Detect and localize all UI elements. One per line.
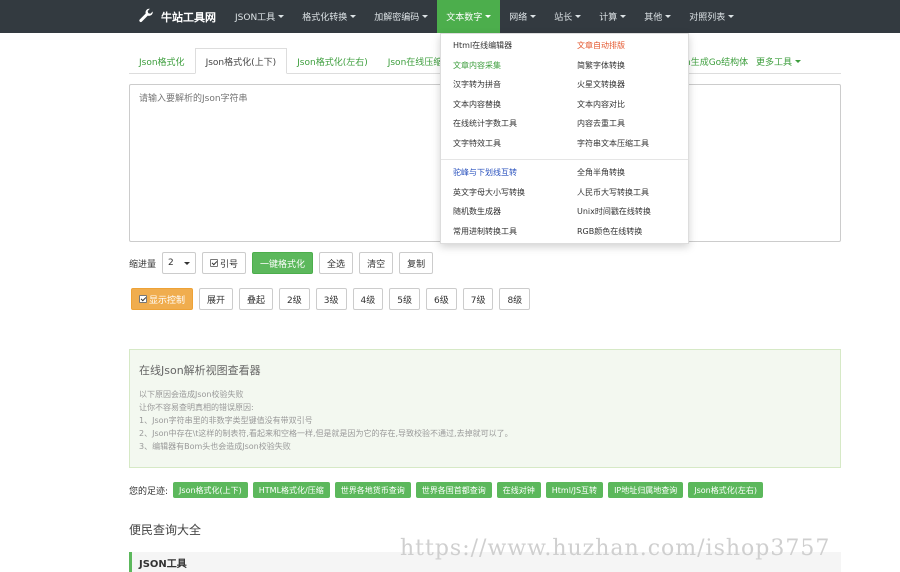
menu-item-article-collect[interactable]: 文章内容采集 xyxy=(453,56,517,76)
footprint-label: 您的足迹: xyxy=(129,486,169,497)
menu-item-word-count[interactable]: 在线统计字数工具 xyxy=(453,114,517,134)
caret-down-icon xyxy=(795,59,801,63)
info-line: 2、Json中存在\t这样的制表符,看起来和空格一样,但是就是因为它的存在,导致… xyxy=(139,429,513,438)
info-title: 在线Json解析视图查看器 xyxy=(139,364,261,377)
menu-item-auto-layout[interactable]: 文章自动排版 xyxy=(577,36,649,56)
nav-item-network[interactable]: 网络 xyxy=(500,0,545,33)
nav-item-other[interactable]: 其他 xyxy=(635,0,680,33)
footprint-link[interactable]: Json格式化(左右) xyxy=(688,482,763,498)
menu-item-text-replace[interactable]: 文本内容替换 xyxy=(453,95,517,115)
nav-item-calculate[interactable]: 计算 xyxy=(590,0,635,33)
expand-button[interactable]: 展开 xyxy=(199,288,234,310)
checkbox-checked-icon xyxy=(139,295,147,303)
footprint-link[interactable]: Html/JS互转 xyxy=(545,482,604,498)
caret-down-icon xyxy=(422,15,429,18)
caret-down-icon xyxy=(728,15,735,18)
text-number-dropdown: Html在线编辑器 文章内容采集 汉字转为拼音 文本内容替换 在线统计字数工具 … xyxy=(440,33,689,244)
info-line: 以下原因会造成Json校验失败 xyxy=(139,390,244,399)
footprint-link[interactable]: Json格式化(上下) xyxy=(173,482,248,498)
menu-item-html-editor[interactable]: Html在线编辑器 xyxy=(453,36,517,56)
wrench-icon xyxy=(139,8,153,23)
menu-item-camel-snake[interactable]: 驼峰与下划线互转 xyxy=(453,163,525,183)
brand-logo[interactable]: 牛站工具网 xyxy=(137,8,216,26)
footprint-link[interactable]: HTML格式化/压缩 xyxy=(252,482,330,498)
tab-json-format[interactable]: Json格式化 xyxy=(129,48,195,74)
nav-item-reference-list[interactable]: 对照列表 xyxy=(680,0,743,33)
checkbox-checked-icon xyxy=(210,259,219,267)
tab-json-format-vertical[interactable]: Json格式化(上下) xyxy=(194,48,288,74)
format-button[interactable]: 一键格式化 xyxy=(252,252,314,274)
footprint-link[interactable]: 世界各地货币查询 xyxy=(334,482,411,498)
footprint-link[interactable]: 在线对钟 xyxy=(496,482,541,498)
dropdown-left-column: Html在线编辑器 文章内容采集 汉字转为拼音 文本内容替换 在线统计字数工具 … xyxy=(453,36,517,153)
caret-down-icon xyxy=(575,15,582,18)
menu-item-letter-case[interactable]: 英文字母大小写转换 xyxy=(453,183,525,203)
nav-item-format-convert[interactable]: 格式化转换 xyxy=(293,0,365,33)
view-toolbar: 显示控制 展开 叠起 2级 3级 4级 5级 6级 7级 8级 xyxy=(131,288,531,310)
menu-item-unix-timestamp[interactable]: Unix时间戳在线转换 xyxy=(577,202,651,222)
dropdown-left-column-2: 驼峰与下划线互转 英文字母大小写转换 随机数生成器 常用进制转换工具 xyxy=(453,163,525,241)
menu-item-rgb-color[interactable]: RGB颜色在线转换 xyxy=(577,222,651,242)
menu-item-martian-text[interactable]: 火星文转换器 xyxy=(577,75,649,95)
menu-item-simp-trad[interactable]: 简繁字体转换 xyxy=(577,56,649,76)
caret-down-icon xyxy=(184,261,191,265)
menu-item-text-effects[interactable]: 文字特效工具 xyxy=(453,134,517,154)
nav-item-webmaster[interactable]: 站长 xyxy=(545,0,590,33)
watermark-text: https://www.huzhan.com/ishop3757 xyxy=(400,536,831,561)
brand-name: 牛站工具网 xyxy=(161,11,216,24)
clear-button[interactable]: 清空 xyxy=(359,252,394,274)
info-panel: 在线Json解析视图查看器 以下原因会造成Json校验失败 让你不容易查明真相的… xyxy=(129,349,841,468)
indent-label: 缩进量 xyxy=(129,259,157,270)
level-3-button[interactable]: 3级 xyxy=(315,288,347,310)
level-6-button[interactable]: 6级 xyxy=(425,288,457,310)
indent-value: 2 xyxy=(168,258,174,268)
info-line: 1、Json字符串里的非数字类型键值没有带双引号 xyxy=(139,416,313,425)
level-8-button[interactable]: 8级 xyxy=(499,288,531,310)
main-nav: JSON工具 格式化转换 加解密编码 文本数字 网络 站长 计算 其他 对照列表 xyxy=(226,0,743,33)
copy-button[interactable]: 复制 xyxy=(399,252,434,274)
nav-item-encrypt-encode[interactable]: 加解密编码 xyxy=(365,0,437,33)
dropdown-right-column: 文章自动排版 简繁字体转换 火星文转换器 文本内容对比 内容去重工具 字符串文本… xyxy=(577,36,649,153)
nav-item-json-tools[interactable]: JSON工具 xyxy=(226,0,293,33)
menu-item-fullwidth[interactable]: 全角半角转换 xyxy=(577,163,651,183)
caret-down-icon xyxy=(620,15,627,18)
caret-down-icon xyxy=(485,15,492,18)
caret-down-icon xyxy=(278,15,285,18)
info-line: 3、编辑器有Bom头也会造成Json校验失败 xyxy=(139,442,291,451)
collapse-button[interactable]: 叠起 xyxy=(239,288,274,310)
caret-down-icon xyxy=(665,15,672,18)
footprint-bar: 您的足迹: Json格式化(上下) HTML格式化/压缩 世界各地货币查询 世界… xyxy=(129,482,763,498)
dropdown-divider xyxy=(441,159,688,160)
menu-item-dedupe[interactable]: 内容去重工具 xyxy=(577,114,649,134)
menu-item-hanzi-pinyin[interactable]: 汉字转为拼音 xyxy=(453,75,517,95)
info-line: 让你不容易查明真相的错误原因: xyxy=(139,403,254,412)
tab-json-format-horizontal[interactable]: Json格式化(左右) xyxy=(287,48,378,74)
menu-item-string-compress[interactable]: 字符串文本压缩工具 xyxy=(577,134,649,154)
quote-label: 引号 xyxy=(220,259,239,270)
menu-item-base-convert[interactable]: 常用进制转换工具 xyxy=(453,222,525,242)
menu-item-random-number[interactable]: 随机数生成器 xyxy=(453,202,525,222)
tab-more-tools[interactable]: 更多工具 xyxy=(746,48,811,74)
footprint-link[interactable]: 世界各国首都查询 xyxy=(415,482,492,498)
menu-item-rmb-uppercase[interactable]: 人民币大写转换工具 xyxy=(577,183,651,203)
select-all-button[interactable]: 全选 xyxy=(319,252,354,274)
indent-select[interactable]: 2 xyxy=(162,252,197,274)
show-control-toggle[interactable]: 显示控制 xyxy=(131,288,194,310)
footprint-link[interactable]: IP地址归属地查询 xyxy=(608,482,684,498)
show-control-label: 显示控制 xyxy=(149,295,186,306)
level-7-button[interactable]: 7级 xyxy=(462,288,494,310)
caret-down-icon xyxy=(530,15,537,18)
menu-item-text-diff[interactable]: 文本内容对比 xyxy=(577,95,649,115)
caret-down-icon xyxy=(350,15,357,18)
format-toolbar: 缩进量 2 引号 一键格式化 全选 清空 复制 xyxy=(129,252,434,274)
top-navbar: 牛站工具网 JSON工具 格式化转换 加解密编码 文本数字 网络 站长 计算 其… xyxy=(0,0,900,33)
dropdown-right-column-2: 全角半角转换 人民币大写转换工具 Unix时间戳在线转换 RGB颜色在线转换 xyxy=(577,163,651,241)
level-5-button[interactable]: 5级 xyxy=(389,288,420,310)
level-4-button[interactable]: 4级 xyxy=(352,288,384,310)
level-2-button[interactable]: 2级 xyxy=(279,288,310,310)
nav-item-text-number[interactable]: 文本数字 xyxy=(437,0,501,33)
quote-checkbox[interactable]: 引号 xyxy=(202,252,247,274)
section-title: 便民查询大全 xyxy=(129,523,202,537)
